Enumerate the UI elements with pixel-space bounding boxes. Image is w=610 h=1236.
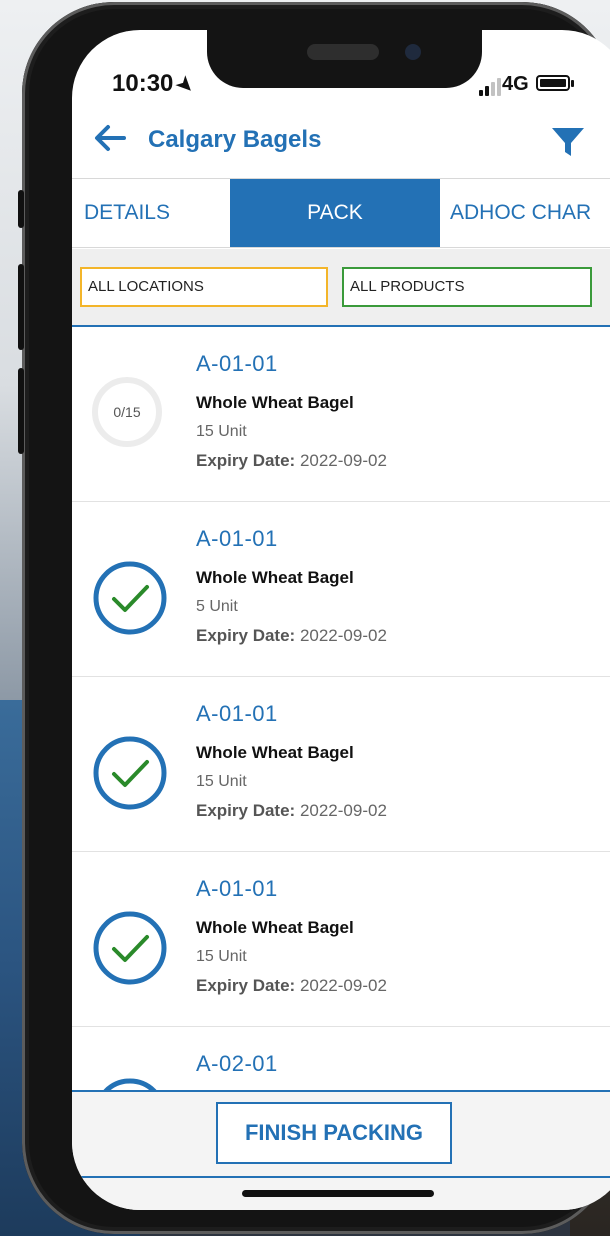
check-circle-icon: [93, 561, 167, 635]
finish-packing-button[interactable]: FINISH PACKING: [216, 1102, 452, 1164]
mute-switch: [18, 190, 24, 228]
item-expiry: Expiry Date: 2022-09-02: [196, 451, 387, 471]
home-indicator[interactable]: [242, 1190, 434, 1197]
speaker: [307, 44, 379, 60]
location-arrow-icon: ➤: [170, 69, 201, 101]
list-item[interactable]: A-02-01: [72, 1027, 610, 1097]
item-product: Whole Wheat Bagel: [196, 568, 354, 587]
footer-divider: [72, 1176, 610, 1178]
list-item[interactable]: A-01-01 Whole Wheat Bagel 15 Unit Expiry…: [72, 852, 610, 1027]
item-expiry: Expiry Date: 2022-09-02: [196, 976, 387, 996]
notch: [207, 30, 482, 88]
filter-icon[interactable]: [548, 122, 588, 162]
item-location: A-01-01: [196, 351, 278, 376]
item-product: Whole Wheat Bagel: [196, 743, 354, 762]
expiry-value: 2022-09-02: [299, 801, 387, 820]
filter-bar: ALL LOCATIONS ALL PRODUCTS: [72, 249, 610, 327]
item-quantity: 5 Unit: [196, 598, 238, 615]
item-quantity: 15 Unit: [196, 773, 247, 790]
item-product: Whole Wheat Bagel: [196, 918, 354, 937]
tab-pack[interactable]: PACK: [230, 179, 440, 247]
item-location: A-01-01: [196, 701, 278, 726]
expiry-value: 2022-09-02: [299, 626, 387, 645]
check-circle-icon: [93, 736, 167, 810]
locations-filter[interactable]: ALL LOCATIONS: [80, 267, 328, 307]
tab-bar: DETAILS PACK ADHOC CHAR: [72, 178, 610, 248]
volume-up-button: [18, 264, 24, 350]
item-location: A-01-01: [196, 876, 278, 901]
list-item[interactable]: A-01-01 Whole Wheat Bagel 15 Unit Expiry…: [72, 677, 610, 852]
expiry-label: Expiry Date:: [196, 626, 296, 645]
volume-down-button: [18, 368, 24, 454]
expiry-label: Expiry Date:: [196, 801, 296, 820]
products-filter[interactable]: ALL PRODUCTS: [342, 267, 592, 307]
item-quantity: 15 Unit: [196, 423, 247, 440]
status-time: 10:30: [112, 70, 174, 97]
front-camera: [405, 44, 421, 60]
phone-frame: 10:30 ➤ 4G Calgary Bagels DETAILS PACK A…: [18, 2, 610, 1234]
back-arrow-icon[interactable]: [90, 118, 130, 158]
battery-icon: [536, 75, 570, 91]
expiry-value: 2022-09-02: [299, 976, 387, 995]
page-title: Calgary Bagels: [148, 126, 322, 153]
pack-list: 0/15 A-01-01 Whole Wheat Bagel 15 Unit E…: [72, 327, 610, 1097]
expiry-label: Expiry Date:: [196, 451, 296, 470]
item-location: A-02-01: [196, 1051, 278, 1076]
check-circle-icon: [93, 911, 167, 985]
battery-tip: [571, 80, 574, 87]
list-item[interactable]: 0/15 A-01-01 Whole Wheat Bagel 15 Unit E…: [72, 327, 610, 502]
item-product: Whole Wheat Bagel: [196, 393, 354, 412]
network-type: 4G: [502, 73, 529, 95]
item-expiry: Expiry Date: 2022-09-02: [196, 801, 387, 821]
tab-adhoc-charges[interactable]: ADHOC CHAR: [450, 179, 610, 247]
list-item[interactable]: A-01-01 Whole Wheat Bagel 5 Unit Expiry …: [72, 502, 610, 677]
item-location: A-01-01: [196, 526, 278, 551]
signal-bars-icon: [479, 78, 503, 96]
expiry-value: 2022-09-02: [299, 451, 387, 470]
expiry-label: Expiry Date:: [196, 976, 296, 995]
app-screen: 10:30 ➤ 4G Calgary Bagels DETAILS PACK A…: [72, 30, 610, 1210]
tab-details[interactable]: DETAILS: [84, 179, 244, 247]
item-quantity: 15 Unit: [196, 948, 247, 965]
item-expiry: Expiry Date: 2022-09-02: [196, 626, 387, 646]
progress-ring: 0/15: [92, 377, 162, 447]
